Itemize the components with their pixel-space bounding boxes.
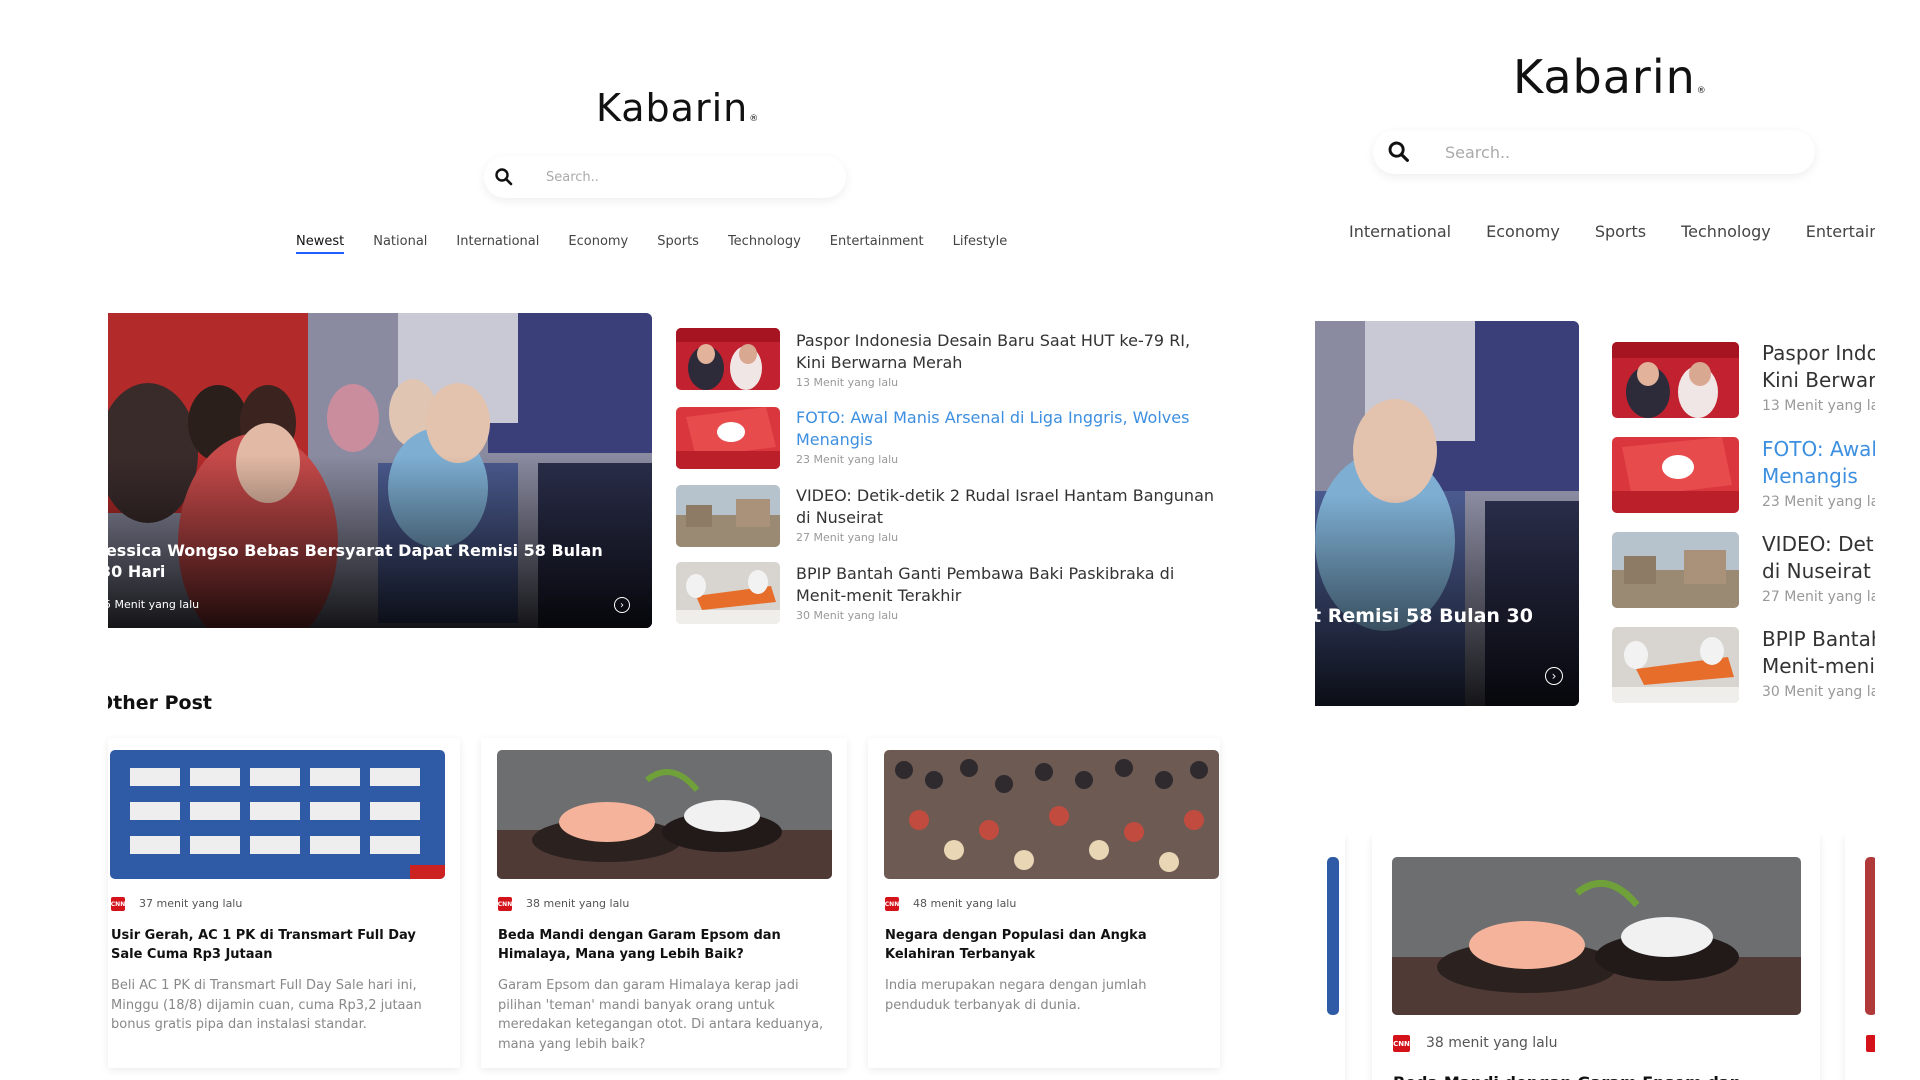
news-title[interactable]: Paspor IndonesiaKini Berwarna	[1762, 340, 1875, 394]
nav-item-entertainment[interactable]: Entertainment	[1806, 222, 1875, 241]
nav-item-international[interactable]: International	[1349, 222, 1451, 241]
section-title: Other Post	[108, 692, 213, 714]
headline-card-right[interactable]: Jessica Wongso Bebas Bersyarat Dapat Rem…	[1315, 321, 1579, 706]
news-time: 30 Menit yang lalu	[796, 609, 899, 622]
post-card[interactable]: CNN 38 menit yang lalu Beda Mandi dengan…	[481, 738, 847, 1068]
nav-item-economy[interactable]: Economy	[1486, 222, 1560, 241]
post-time: 38 menit yang lalu	[526, 897, 630, 910]
news-time: 13 Menit yang lalu	[1762, 398, 1875, 414]
post-title[interactable]: Usir Gerah, AC 1 PK di Transmart Full Da…	[111, 927, 441, 965]
post-card-partial[interactable]	[1845, 835, 1875, 1080]
nav-item-international[interactable]: International	[456, 234, 539, 254]
post-description: India merupakan negara dengan jumlah pen…	[885, 978, 1147, 1013]
cnn-logo-icon: CNN	[1393, 1035, 1410, 1052]
search-bar-right[interactable]	[1373, 130, 1815, 174]
nav-item-lifestyle[interactable]: Lifestyle	[953, 234, 1008, 254]
cnn-logo-icon: CNN	[885, 897, 899, 911]
brand-logo[interactable]: Kabarin®	[596, 86, 759, 130]
post-description: Garam Epsom dan garam Himalaya kerap jad…	[498, 978, 824, 1052]
cnn-logo-icon: CNN	[111, 897, 125, 911]
post-image	[110, 750, 445, 879]
brand-name: Kabarin	[596, 86, 749, 130]
news-time: 27 Menit yang lalu	[1762, 589, 1875, 605]
headline-card[interactable]: Jessica Wongso Bebas Bersyarat Dapat Rem…	[108, 313, 652, 628]
news-time: 30 Menit yang lalu	[1762, 684, 1875, 700]
post-time: 48 menit yang lalu	[913, 897, 1017, 910]
news-thumbnail[interactable]	[676, 485, 780, 547]
search-icon[interactable]	[1387, 140, 1411, 164]
search-bar[interactable]	[484, 156, 846, 198]
category-nav: Newest National International Economy Sp…	[296, 234, 1007, 254]
post-time: 37 menit yang lalu	[139, 897, 243, 910]
search-icon[interactable]	[494, 167, 514, 187]
post-title[interactable]: Beda Mandi dengan Garam Epsom dan	[1393, 1071, 1813, 1080]
post-image	[1392, 857, 1801, 1015]
news-title[interactable]: FOTO: Awal Manis Arsenal di Liga Inggris…	[796, 407, 1221, 450]
arrow-right-icon[interactable]: ›	[1545, 667, 1563, 685]
headline-time: 5 Menit yang lalu	[108, 598, 200, 611]
nav-item-newest[interactable]: Newest	[296, 234, 345, 254]
post-image	[497, 750, 832, 879]
news-thumbnail[interactable]	[1612, 627, 1739, 703]
post-cards-right-clip: CNN 38 menit yang lalu Beda Mandi dengan…	[1315, 835, 1875, 1080]
nav-item-technology[interactable]: Technology	[728, 234, 801, 254]
news-thumbnail[interactable]	[1612, 532, 1739, 608]
post-image	[884, 750, 1219, 879]
nav-item-economy[interactable]: Economy	[568, 234, 628, 254]
search-input[interactable]	[1443, 141, 1777, 163]
news-time: 23 Menit yang lalu	[1762, 494, 1875, 510]
news-thumbnail[interactable]	[676, 328, 780, 390]
post-title[interactable]: Beda Mandi dengan Garam Epsom dan Himala…	[498, 927, 828, 965]
post-card[interactable]: CNN 37 menit yang lalu Usir Gerah, AC 1 …	[108, 738, 460, 1068]
headline-title[interactable]: Jessica Wongso Bebas Bersyarat Dapat Rem…	[108, 541, 620, 583]
news-thumbnail[interactable]	[1612, 342, 1739, 418]
search-input[interactable]	[544, 168, 808, 186]
nav-item-sports[interactable]: Sports	[1595, 222, 1646, 241]
news-title[interactable]: FOTO: Awal Menangis	[1762, 436, 1875, 490]
post-description: Beli AC 1 PK di Transmart Full Day Sale …	[111, 978, 422, 1032]
headline-title[interactable]: Jessica Wongso Bebas Bersyarat Dapat Rem…	[1315, 604, 1579, 630]
post-image	[1865, 857, 1875, 1015]
news-thumbnail[interactable]	[1612, 437, 1739, 513]
news-title[interactable]: Paspor Indonesia Desain Baru Saat HUT ke…	[796, 330, 1221, 373]
news-time: 13 Menit yang lalu	[796, 376, 899, 389]
nav-item-national[interactable]: National	[373, 234, 427, 254]
arrow-right-icon[interactable]: ›	[614, 597, 630, 613]
logo-mark: ®	[1696, 86, 1707, 96]
news-title[interactable]: BPIP Bantah Menit-menit	[1762, 626, 1875, 680]
post-card[interactable]: CNN 48 menit yang lalu Negara dengan Pop…	[868, 738, 1220, 1068]
category-nav-right-clip: International Economy Sports Technology …	[1315, 222, 1875, 252]
post-card[interactable]: CNN 38 menit yang lalu Beda Mandi dengan…	[1372, 835, 1820, 1080]
news-title[interactable]: BPIP Bantah Ganti Pembawa Baki Paskibrak…	[796, 563, 1221, 606]
brand-logo-right[interactable]: Kabarin®	[1513, 50, 1707, 104]
news-title[interactable]: VIDEO: Detik-detik 2 Rudal Israel Hantam…	[796, 485, 1221, 528]
logo-mark: ®	[749, 114, 760, 124]
section-title-clip: Other Post	[108, 692, 308, 722]
post-title[interactable]: Negara dengan Populasi dan Angka Kelahir…	[885, 927, 1215, 965]
nav-item-entertainment[interactable]: Entertainment	[830, 234, 924, 254]
post-time: 38 menit yang lalu	[1426, 1035, 1558, 1051]
news-thumbnail[interactable]	[676, 407, 780, 469]
news-list-right-clip: Paspor IndonesiaKini Berwarna 13 Menit y…	[1600, 330, 1875, 710]
brand-name: Kabarin	[1513, 50, 1696, 104]
headline-overlay	[1315, 494, 1579, 706]
nav-item-technology[interactable]: Technology	[1681, 222, 1771, 241]
news-thumbnail[interactable]	[676, 562, 780, 624]
post-image	[1327, 857, 1339, 1015]
post-card-partial[interactable]	[1315, 835, 1345, 1080]
news-time: 23 Menit yang lalu	[796, 453, 899, 466]
cnn-logo-icon	[1866, 1035, 1875, 1052]
news-time: 27 Menit yang lalu	[796, 531, 899, 544]
news-title[interactable]: VIDEO: Detikdi Nuseirat	[1762, 531, 1875, 585]
nav-item-sports[interactable]: Sports	[657, 234, 699, 254]
cnn-logo-icon: CNN	[498, 897, 512, 911]
